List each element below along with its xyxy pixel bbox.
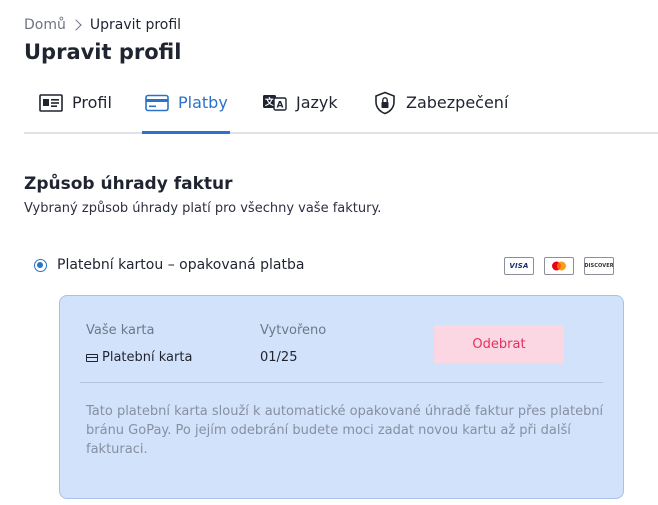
tab-zabezpeceni[interactable]: Zabezpečení (372, 91, 509, 132)
card-info-note: Tato platební karta slouží k automatické… (86, 404, 604, 457)
chevron-right-icon (70, 19, 82, 31)
shield-lock-icon (372, 91, 398, 115)
section-subtitle: Vybraný způsob úhrady platí pro všechny … (24, 201, 382, 216)
credit-card-icon (86, 353, 98, 362)
tab-jazyk[interactable]: 文 A Jazyk (262, 92, 338, 132)
page-title: Upravit profil (24, 40, 182, 64)
payment-method-radio[interactable] (34, 259, 47, 272)
remove-card-button[interactable]: Odebrat (434, 325, 564, 363)
discover-logo-text: DISCOVER (584, 263, 614, 269)
section-title: Způsob úhrady faktur (24, 174, 233, 194)
credit-card-icon (144, 92, 170, 114)
tab-label: Profil (72, 93, 112, 112)
mastercard-icon (544, 257, 574, 275)
translate-icon: 文 A (262, 92, 288, 114)
tab-bar: Profil Platby 文 A Jazyk Zabezpečení (24, 91, 658, 134)
tab-label: Jazyk (296, 93, 338, 112)
tab-profil[interactable]: Profil (38, 92, 112, 132)
tab-label: Platby (178, 93, 228, 112)
id-card-icon (38, 92, 64, 114)
card-details-panel: Vaše karta Platební karta Vytvořeno 01/2… (59, 295, 624, 499)
created-value: 01/25 (260, 350, 298, 365)
card-value-text: Platební karta (102, 350, 193, 365)
created-label: Vytvořeno (260, 323, 327, 338)
card-value: Platební karta (86, 350, 192, 365)
svg-text:A: A (277, 101, 284, 111)
visa-logo: VISA (504, 257, 534, 275)
card-label: Vaše karta (86, 323, 155, 338)
breadcrumb: Domů Upravit profil (24, 17, 181, 33)
payment-method-label[interactable]: Platební kartou – opakovaná platba (57, 257, 304, 273)
visa-logo-text: VISA (509, 262, 529, 270)
discover-logo: DISCOVER (584, 257, 614, 275)
tab-label: Zabezpečení (406, 93, 509, 112)
breadcrumb-current: Upravit profil (89, 17, 182, 33)
breadcrumb-home-link[interactable]: Domů (24, 17, 66, 33)
divider (80, 382, 603, 383)
tab-platby[interactable]: Platby (142, 92, 230, 134)
